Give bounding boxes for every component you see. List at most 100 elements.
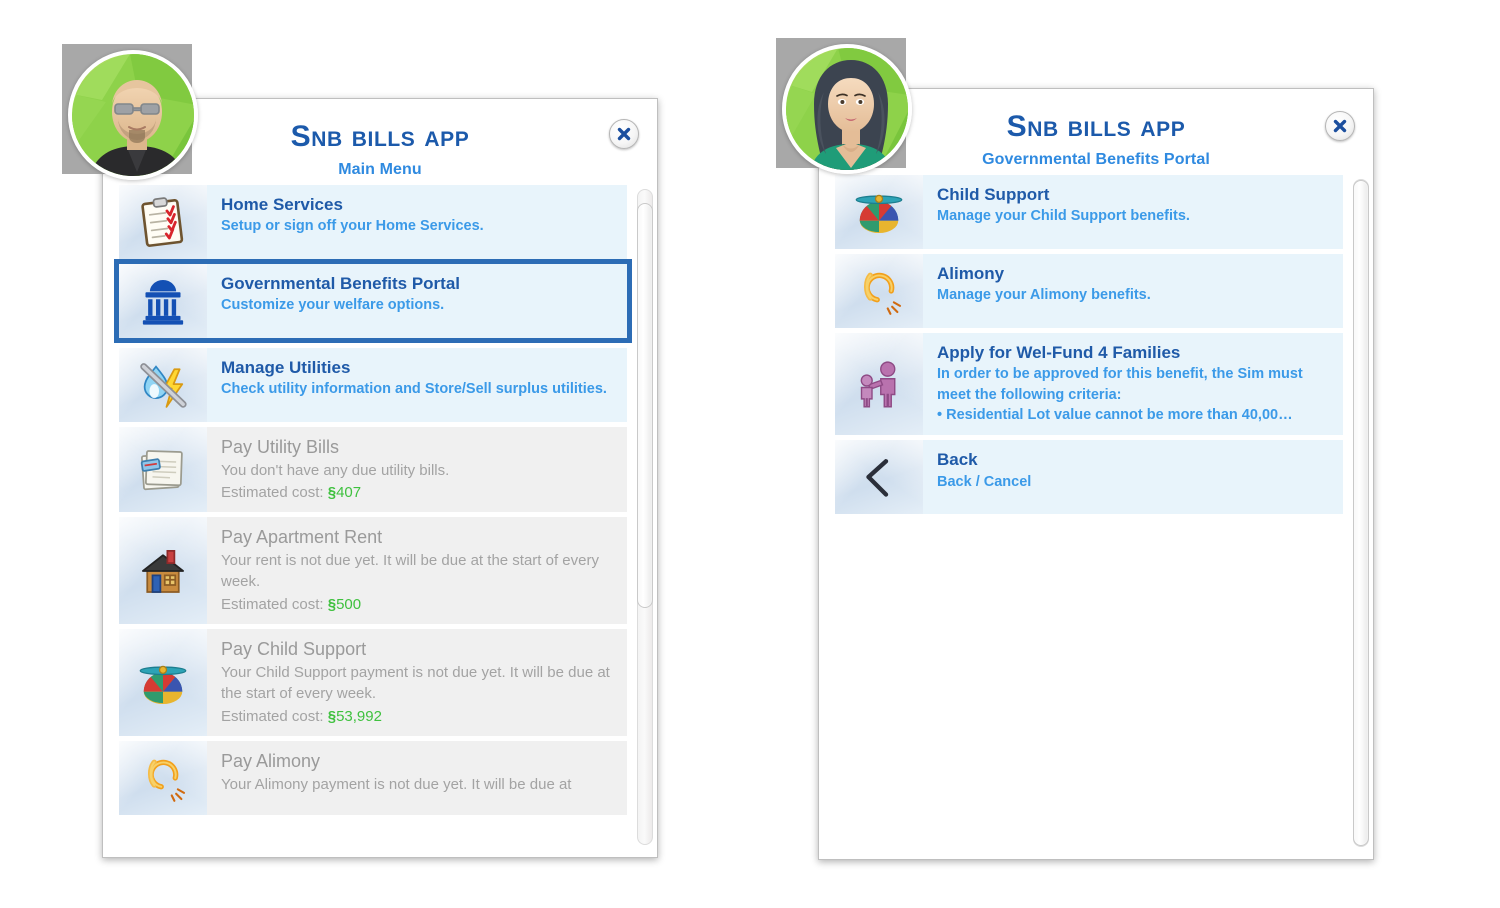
menu-item-estimated-cost: Estimated cost: §500 xyxy=(221,594,613,615)
menu-item-text: Governmental Benefits Portal Customize yo… xyxy=(207,264,627,338)
menu-item-text: Pay Child Support Your Child Support paym… xyxy=(207,629,627,736)
scrollbar-thumb[interactable] xyxy=(637,202,653,609)
avatar-image xyxy=(786,48,908,170)
avatar-circle xyxy=(68,50,198,180)
avatar-circle xyxy=(782,44,912,174)
menu-item-governmental-benefits-portal[interactable]: Governmental Benefits Portal Customize yo… xyxy=(114,258,632,343)
cost-label: Estimated cost: xyxy=(221,595,328,613)
propeller-beanie-icon xyxy=(851,184,907,240)
menu-item-title: Back xyxy=(937,449,978,469)
menu-item-description: Check utility information and Store/Sell… xyxy=(221,381,607,398)
menu-item-text: Pay Alimony Your Alimony payment is not d… xyxy=(207,741,627,815)
cost-value: 53,992 xyxy=(336,707,382,725)
scrollbar[interactable] xyxy=(1351,175,1373,852)
scrollbar[interactable] xyxy=(635,185,657,850)
menu-item-text: Child Support Manage your Child Support b… xyxy=(923,175,1343,249)
menu-item-icon-cell xyxy=(835,253,923,328)
snb-bills-app-window-main-menu: SNB Bills App Main Menu Home Services Set… xyxy=(102,98,658,858)
menu-item-text: Apply for Wel-Fund 4 Families In order to… xyxy=(923,333,1343,435)
menu-item-text: Back Back / Cancel xyxy=(923,440,1343,514)
water-drop-lightning-icon xyxy=(135,357,191,413)
menu-item-estimated-cost: Estimated cost: §53,992 xyxy=(221,706,613,727)
menu-item-alimony[interactable]: Alimony Manage your Alimony benefits. xyxy=(835,253,1343,328)
menu-item-pay-alimony: Pay Alimony Your Alimony payment is not d… xyxy=(119,740,627,815)
clipboard-checklist-icon xyxy=(135,194,191,250)
menu-item-pay-child-support: Pay Child Support Your Child Support paym… xyxy=(119,629,627,736)
propeller-beanie-icon xyxy=(135,655,191,711)
menu-item-icon-cell xyxy=(835,174,923,249)
menu-item-title: Governmental Benefits Portal xyxy=(221,273,461,293)
scrollbar-track[interactable] xyxy=(1353,178,1369,847)
menu-item-title: Apply for Wel-Fund 4 Families xyxy=(937,342,1181,362)
cost-label: Estimated cost: xyxy=(221,707,328,725)
menu-item-estimated-cost: Estimated cost: §407 xyxy=(221,482,613,503)
menu-item-icon-cell xyxy=(835,332,923,435)
menu-item-text: Home Services Setup or sign off your Home… xyxy=(207,185,627,259)
family-parent-child-icon xyxy=(851,356,907,412)
cost-value: 407 xyxy=(336,483,362,501)
menu-item-icon-cell xyxy=(119,629,207,736)
menu-item-apply-for-wel-fund-4-families[interactable]: Apply for Wel-Fund 4 Families In order to… xyxy=(835,332,1343,435)
simoleon-currency-icon: § xyxy=(327,707,337,725)
menu-item-icon-cell xyxy=(119,263,207,338)
paper-bills-icon xyxy=(135,441,191,497)
simoleon-currency-icon: § xyxy=(327,595,337,613)
menu-item-pay-apartment-rent: Pay Apartment Rent Your rent is not due y… xyxy=(119,517,627,625)
menu-item-description: Your Alimony payment is not due yet. It … xyxy=(221,776,572,793)
sim-portrait-male-avatar xyxy=(62,44,198,180)
menu-item-description: In order to be approved for this benefit… xyxy=(937,366,1303,424)
menu-item-description: Your rent is not due yet. It will be due… xyxy=(221,552,599,591)
menu-item-text: Pay Utility Bills You don't have any due … xyxy=(207,427,627,513)
house-icon xyxy=(135,543,191,599)
menu-item-pay-utility-bills: Pay Utility Bills You don't have any due … xyxy=(119,426,627,513)
menu-item-title: Manage Utilities xyxy=(221,357,351,377)
avatar-image xyxy=(72,54,194,176)
menu-item-title: Alimony xyxy=(937,263,1005,283)
menu-list: Child Support Manage your Child Support b… xyxy=(819,174,1351,852)
menu-list-container: Child Support Manage your Child Support b… xyxy=(819,169,1373,860)
menu-item-home-services[interactable]: Home Services Setup or sign off your Home… xyxy=(119,184,627,259)
menu-item-text: Alimony Manage your Alimony benefits. xyxy=(923,254,1343,328)
close-x-icon xyxy=(617,127,631,141)
menu-item-icon-cell xyxy=(119,426,207,513)
broken-ring-icon xyxy=(851,263,907,319)
government-building-icon xyxy=(135,273,191,329)
menu-item-title: Pay Child Support xyxy=(221,639,367,660)
sim-portrait-female-avatar xyxy=(776,38,912,174)
menu-item-text: Manage Utilities Check utility informatio… xyxy=(207,348,627,422)
close-button[interactable] xyxy=(609,119,639,149)
menu-item-back[interactable]: Back Back / Cancel xyxy=(835,439,1343,514)
menu-item-title: Child Support xyxy=(937,184,1050,204)
close-x-icon xyxy=(1333,119,1347,133)
menu-item-icon-cell xyxy=(119,347,207,422)
scrollbar-thumb[interactable] xyxy=(1353,179,1369,846)
menu-list-container: Home Services Setup or sign off your Home… xyxy=(103,179,657,858)
menu-item-description: Customize your welfare options. xyxy=(221,297,445,314)
cost-label: Estimated cost: xyxy=(221,483,328,501)
menu-item-description: Manage your Alimony benefits. xyxy=(937,287,1151,304)
menu-item-description: Manage your Child Support benefits. xyxy=(937,208,1190,225)
menu-list: Home Services Setup or sign off your Home… xyxy=(103,184,635,850)
menu-item-description: Back / Cancel xyxy=(937,473,1032,490)
menu-item-description: You don't have any due utility bills. xyxy=(221,461,450,479)
menu-item-text: Pay Apartment Rent Your rent is not due y… xyxy=(207,517,627,624)
scrollbar-track[interactable] xyxy=(637,188,653,845)
menu-item-title: Pay Utility Bills xyxy=(221,436,340,457)
simoleon-currency-icon: § xyxy=(327,483,337,501)
menu-item-icon-cell xyxy=(119,517,207,625)
menu-item-description: Your Child Support payment is not due ye… xyxy=(221,664,610,703)
broken-ring-icon xyxy=(135,750,191,806)
back-chevron-icon xyxy=(851,449,907,505)
menu-item-title: Pay Apartment Rent xyxy=(221,527,383,548)
menu-item-icon-cell xyxy=(119,184,207,259)
menu-item-icon-cell xyxy=(119,740,207,815)
menu-item-title: Pay Alimony xyxy=(221,750,321,771)
menu-item-description: Setup or sign off your Home Services. xyxy=(221,218,484,235)
menu-item-title: Home Services xyxy=(221,194,343,214)
menu-item-icon-cell xyxy=(835,439,923,514)
cost-value: 500 xyxy=(336,595,362,613)
snb-bills-app-window-benefits-portal: SNB Bills App Governmental Benefits Port… xyxy=(818,88,1374,860)
menu-item-manage-utilities[interactable]: Manage Utilities Check utility informatio… xyxy=(119,347,627,422)
close-button[interactable] xyxy=(1325,111,1355,141)
menu-item-child-support[interactable]: Child Support Manage your Child Support b… xyxy=(835,174,1343,249)
